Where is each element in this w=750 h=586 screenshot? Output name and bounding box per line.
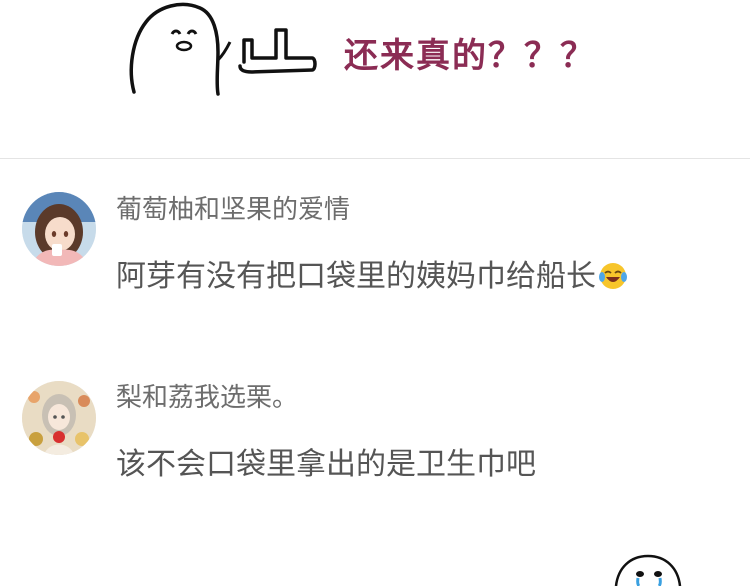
comment-text-content: 阿芽有没有把口袋里的姨妈巾给船长	[116, 259, 596, 294]
comment-text: 该不会口袋里拿出的是卫生巾吧	[116, 447, 536, 482]
comment-text: 阿芽有没有把口袋里的姨妈巾给船长	[116, 251, 628, 295]
meme-caption: 还来真的？？？	[344, 36, 596, 76]
username[interactable]: 梨和荔我选栗。	[116, 377, 298, 414]
avatar[interactable]	[22, 381, 96, 455]
comment-list: 葡萄柚和坚果的爱情 阿芽有没有把口袋里的姨妈巾给船长 梨和荔我选栗。 该不会口袋…	[0, 159, 750, 586]
anime-girl-avatar-icon	[22, 192, 96, 266]
username[interactable]: 葡萄柚和坚果的爱情	[116, 189, 350, 226]
crying-face-meme-icon	[614, 554, 682, 586]
avatar[interactable]	[22, 192, 96, 266]
laughing-crying-emoji-icon	[599, 262, 627, 289]
ghost-pointing-meme-icon	[129, 2, 317, 96]
meme-panel: 还来真的？？？	[0, 0, 750, 159]
flower-girl-avatar-icon	[22, 381, 96, 455]
